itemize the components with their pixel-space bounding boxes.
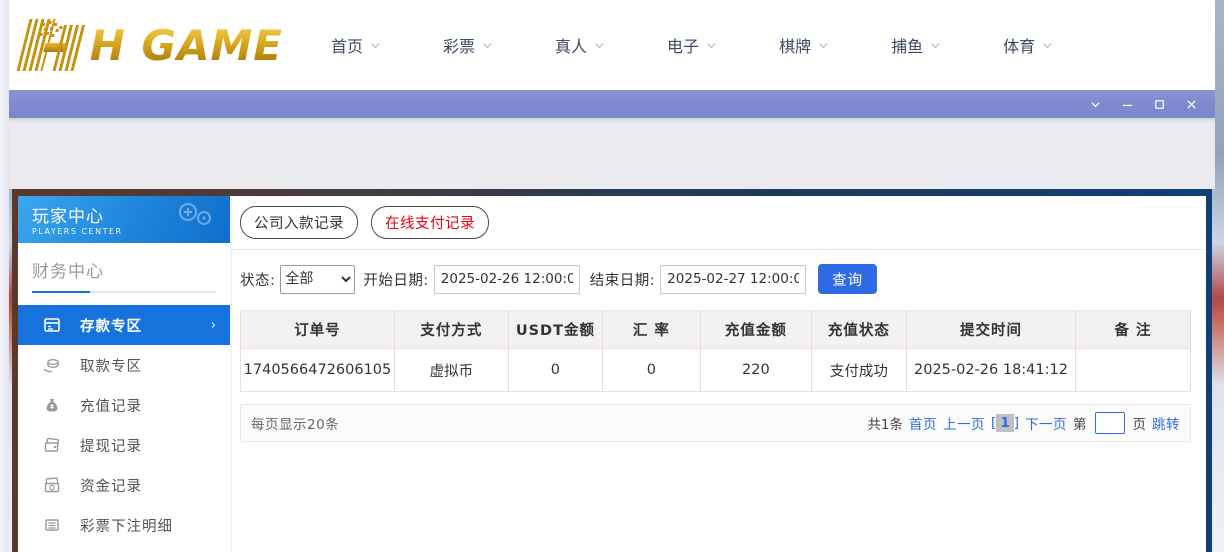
maximize-icon — [1153, 98, 1166, 111]
close-icon — [1185, 98, 1198, 111]
site-header: H GAME 首页 彩票 真人 电子 棋牌 捕鱼 体育 — [9, 0, 1215, 90]
col-usdt-amount: USDT金额 — [507, 310, 603, 349]
money-bag-icon — [42, 396, 61, 415]
chevron-down-icon — [1089, 98, 1102, 111]
window-close-button[interactable] — [1175, 90, 1207, 118]
window-toolbar-band — [9, 118, 1215, 189]
next-page-link[interactable]: 下一页 — [1025, 413, 1067, 433]
table-header-row: 订单号 支付方式 USDT金额 汇 率 充值金额 充值状态 提交时间 备 注 — [240, 310, 1191, 349]
filter-bar: 状态: 全部 开始日期: 结束日期: 查询 — [232, 250, 1206, 308]
end-date-label: 结束日期: — [589, 272, 656, 289]
funds-icon — [42, 476, 61, 495]
records-table-wrap: 订单号 支付方式 USDT金额 汇 率 充值金额 充值状态 提交时间 备 注 1 — [240, 310, 1191, 392]
sidebar: 玩家中心 PLAYERS CENTER 财务中心 存款专区 › 取款专区 充值记… — [18, 196, 230, 552]
pagination-bar: 每页显示20条 共1条 首页 上一页 [1] 下一页 第 页 跳转 — [240, 404, 1191, 442]
deposit-card-icon — [42, 316, 61, 335]
col-payment-method: 支付方式 — [393, 310, 509, 349]
search-button[interactable]: 查询 — [818, 264, 878, 294]
window-minimize-button[interactable] — [1111, 90, 1143, 118]
page-size-text: 每页显示20条 — [251, 417, 340, 433]
sidebar-item-withdraw-zone[interactable]: 取款专区 — [18, 345, 230, 385]
window-titlebar — [9, 90, 1215, 118]
prev-page-link[interactable]: 上一页 — [943, 413, 985, 433]
col-recharge-status: 充值状态 — [810, 310, 907, 349]
chevron-down-icon — [482, 40, 493, 51]
chevron-down-icon — [706, 40, 717, 51]
logo-stripes-icon — [16, 19, 86, 71]
content-panel: 玩家中心 PLAYERS CENTER 财务中心 存款专区 › 取款专区 充值记… — [18, 196, 1206, 552]
nav-item-live[interactable]: 真人 — [555, 33, 605, 57]
start-date-label: 开始日期: — [363, 272, 429, 289]
cell-usdt-amount: 0 — [507, 348, 603, 392]
sidebar-item-withdrawal-records[interactable]: 提现记录 — [18, 425, 230, 465]
logo[interactable]: H GAME — [13, 10, 283, 80]
total-count-text: 共1条 — [867, 417, 904, 433]
logo-text: H GAME — [89, 20, 283, 70]
chevron-right-icon: › — [210, 317, 216, 333]
sidebar-item-deposit-zone[interactable]: 存款专区 › — [18, 305, 230, 345]
records-table: 订单号 支付方式 USDT金额 汇 率 充值金额 充值状态 提交时间 备 注 1 — [240, 310, 1191, 392]
cell-exchange-rate: 0 — [601, 348, 701, 392]
page-jump-input[interactable] — [1094, 412, 1125, 434]
first-page-link[interactable]: 首页 — [909, 413, 937, 433]
minimize-icon — [1121, 98, 1134, 111]
cell-recharge-amount: 220 — [699, 348, 812, 392]
col-exchange-rate: 汇 率 — [601, 310, 701, 349]
chevron-down-icon — [594, 40, 605, 51]
cell-recharge-status: 支付成功 — [810, 348, 907, 392]
tab-online-payment-records[interactable]: 在线支付记录 — [371, 206, 489, 239]
nav-item-lottery[interactable]: 彩票 — [443, 33, 493, 57]
cell-remark — [1075, 348, 1191, 392]
nav-item-sports[interactable]: 体育 — [1003, 33, 1053, 57]
gamepad-icon — [174, 202, 216, 236]
wallet-icon — [42, 436, 61, 455]
chevron-down-icon — [1042, 40, 1053, 51]
sidebar-menu: 存款专区 › 取款专区 充值记录 提现记录 资金记录 彩票下注明细 — [18, 293, 230, 552]
status-label: 状态: — [240, 272, 276, 289]
cell-order-no: 1740566472606105 — [240, 348, 395, 392]
jump-button[interactable]: 跳转 — [1152, 413, 1180, 433]
nav-item-slots[interactable]: 电子 — [667, 33, 717, 57]
sidebar-item-lottery-bet-details[interactable]: 彩票下注明细 — [18, 505, 230, 545]
finance-section-title: 财务中心 — [32, 262, 104, 282]
main-content: 公司入款记录 在线支付记录 状态: 全部 开始日期: 结束日期: 查询 — [232, 196, 1206, 552]
record-tabs: 公司入款记录 在线支付记录 — [232, 196, 1206, 250]
col-recharge-amount: 充值金额 — [699, 310, 812, 349]
main-nav: 首页 彩票 真人 电子 棋牌 捕鱼 体育 — [331, 33, 1115, 57]
end-date-input[interactable] — [660, 264, 807, 294]
window-maximize-button[interactable] — [1143, 90, 1175, 118]
chevron-down-icon — [818, 40, 829, 51]
sidebar-item-funds-records[interactable]: 资金记录 — [18, 465, 230, 505]
window-dropdown-button[interactable] — [1079, 90, 1111, 118]
start-date-input[interactable] — [433, 264, 580, 294]
nav-item-home[interactable]: 首页 — [331, 33, 381, 57]
finance-section: 财务中心 — [18, 243, 230, 293]
table-row: 1740566472606105 虚拟币 0 0 220 支付成功 2025-0… — [240, 348, 1191, 392]
cell-submit-time: 2025-02-26 18:41:12 — [905, 348, 1077, 392]
jump-prefix-text: 第 — [1073, 417, 1087, 433]
withdraw-hand-icon — [42, 356, 61, 375]
cell-payment-method: 虚拟币 — [393, 348, 509, 392]
sidebar-header: 玩家中心 PLAYERS CENTER — [18, 196, 230, 243]
nav-item-cards[interactable]: 棋牌 — [779, 33, 829, 57]
status-select[interactable]: 全部 — [280, 264, 356, 294]
chevron-down-icon — [370, 40, 381, 51]
chevron-down-icon — [930, 40, 941, 51]
current-page-indicator: [1] — [991, 414, 1019, 432]
col-submit-time: 提交时间 — [905, 310, 1077, 349]
nav-item-fishing[interactable]: 捕鱼 — [891, 33, 941, 57]
section-underline — [32, 291, 216, 293]
jump-suffix-text: 页 — [1132, 417, 1147, 433]
sidebar-item-recharge-records[interactable]: 充值记录 — [18, 385, 230, 425]
page-background-strip — [0, 0, 9, 552]
bet-list-icon — [42, 516, 61, 535]
content-panel-frame: 玩家中心 PLAYERS CENTER 财务中心 存款专区 › 取款专区 充值记… — [12, 189, 1212, 552]
col-remark: 备 注 — [1075, 310, 1191, 349]
tab-company-deposit-records[interactable]: 公司入款记录 — [240, 206, 358, 239]
col-order-no: 订单号 — [240, 310, 395, 349]
